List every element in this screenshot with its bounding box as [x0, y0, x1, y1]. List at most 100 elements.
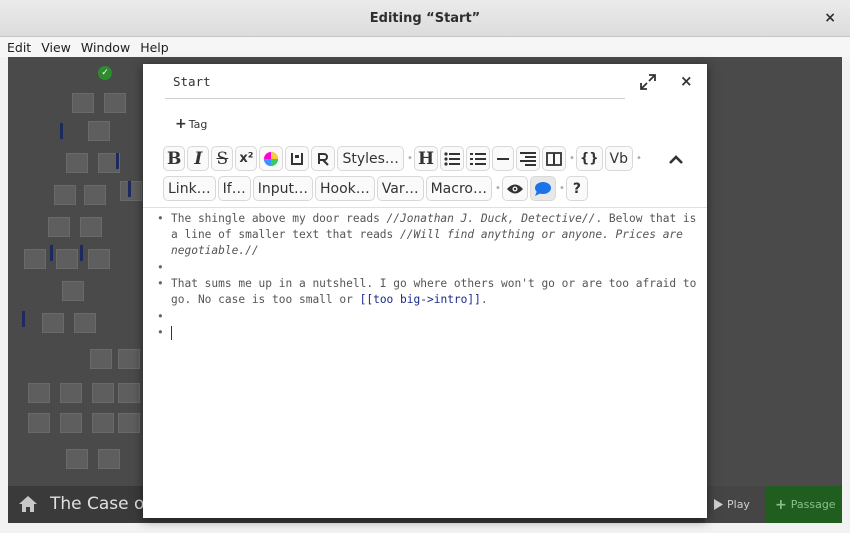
- add-tag-button[interactable]: + Tag: [175, 116, 207, 132]
- menubar: Edit View Window Help: [0, 37, 850, 57]
- columns-button[interactable]: [542, 146, 566, 171]
- app-window: Editing “Start” × Edit View Window Help …: [0, 0, 850, 533]
- plus-icon: +: [775, 496, 787, 513]
- color-wheel-icon: [264, 151, 279, 166]
- special-format-button[interactable]: [311, 146, 336, 171]
- map-passage-highlight: [50, 245, 53, 261]
- colour-button[interactable]: [259, 146, 284, 171]
- numbered-list-button[interactable]: [466, 146, 490, 171]
- hook-button[interactable]: Hook…: [315, 176, 375, 201]
- styles-button[interactable]: Styles…: [337, 146, 404, 171]
- map-passage[interactable]: [104, 93, 126, 113]
- map-passage[interactable]: [118, 413, 140, 433]
- map-passage[interactable]: [28, 383, 50, 403]
- horizontal-rule-button[interactable]: [492, 146, 514, 171]
- story-name[interactable]: The Case of: [50, 494, 150, 514]
- line-bullet: •: [157, 310, 164, 323]
- map-passage[interactable]: [24, 249, 46, 269]
- map-passage[interactable]: [48, 217, 70, 237]
- map-passage[interactable]: [80, 217, 102, 237]
- dialog-close-button[interactable]: ×: [680, 72, 693, 90]
- line-text: The shingle above my door reads //Jonath…: [171, 212, 697, 257]
- titlebar: Editing “Start” ×: [0, 0, 850, 37]
- passage-text-editor[interactable]: • The shingle above my door reads //Jona…: [143, 207, 707, 518]
- help-button[interactable]: ?: [565, 176, 588, 201]
- map-passage[interactable]: [74, 313, 96, 333]
- map-passage[interactable]: [98, 449, 120, 469]
- passage-name-field[interactable]: Start: [165, 74, 625, 99]
- map-passage[interactable]: [118, 383, 140, 403]
- line-bullet: •: [157, 261, 164, 274]
- collapse-toolbar-icon[interactable]: [668, 154, 684, 164]
- play-icon: [714, 499, 723, 510]
- italic-button[interactable]: I: [187, 146, 210, 171]
- menu-window[interactable]: Window: [81, 40, 130, 55]
- whitespace-button[interactable]: [285, 146, 310, 171]
- align-button[interactable]: [516, 146, 540, 171]
- columns-icon: [546, 151, 562, 166]
- variable-button[interactable]: Var…: [376, 176, 424, 201]
- map-passage-highlight: [116, 153, 119, 169]
- comment-button[interactable]: [529, 176, 556, 201]
- map-passage[interactable]: [56, 249, 78, 269]
- eye-icon: [506, 184, 523, 193]
- text-cursor: [171, 325, 701, 341]
- tag-label: Tag: [188, 117, 208, 131]
- map-passage[interactable]: [90, 349, 112, 369]
- home-icon[interactable]: [18, 495, 38, 513]
- plus-icon: +: [175, 116, 187, 132]
- preview-button[interactable]: [501, 176, 528, 201]
- map-passage[interactable]: [62, 281, 84, 301]
- map-passage-highlight: [128, 181, 131, 197]
- bulleted-list-button[interactable]: [440, 146, 464, 171]
- toolbar-row-2: Link… If… Input… Hook… Var… Macro… • • ?: [163, 176, 590, 201]
- input-button[interactable]: Input…: [252, 176, 313, 201]
- map-passage[interactable]: [60, 383, 82, 403]
- map-passage[interactable]: [66, 153, 88, 173]
- map-passage[interactable]: [84, 185, 106, 205]
- line-bullet: •: [157, 277, 164, 290]
- toolbar-separator: •: [636, 153, 642, 164]
- superscript-button[interactable]: x²: [235, 146, 258, 171]
- toolbar-row-1: B I S x² Styles… • H • {} Vb •: [163, 146, 643, 171]
- menu-view[interactable]: View: [41, 40, 71, 55]
- bold-button[interactable]: B: [163, 146, 186, 171]
- map-passage[interactable]: [28, 413, 50, 433]
- if-button[interactable]: If…: [217, 176, 251, 201]
- link-button[interactable]: Link…: [163, 176, 216, 201]
- toolbar-separator: •: [406, 153, 413, 164]
- map-passage[interactable]: [92, 413, 114, 433]
- bullet-list-icon: [444, 151, 460, 166]
- map-passage[interactable]: [72, 93, 94, 113]
- start-passage-check-icon: ✓: [98, 66, 112, 80]
- strikethrough-button[interactable]: S: [211, 146, 234, 171]
- map-passage[interactable]: [66, 449, 88, 469]
- menu-help[interactable]: Help: [140, 40, 169, 55]
- horizontal-rule-icon: [497, 157, 509, 160]
- macro-button[interactable]: Macro…: [425, 176, 492, 201]
- new-passage-button[interactable]: + Passage: [765, 486, 842, 523]
- map-passage[interactable]: [60, 413, 82, 433]
- collapse-whitespace-icon: [291, 152, 304, 165]
- window-title: Editing “Start”: [369, 10, 481, 26]
- code-button[interactable]: {}: [576, 146, 603, 171]
- menu-edit[interactable]: Edit: [7, 40, 31, 55]
- map-passage[interactable]: [42, 313, 64, 333]
- map-passage-highlight: [80, 245, 83, 261]
- verbatim-button[interactable]: Vb: [604, 146, 633, 171]
- format-icon: [318, 152, 330, 166]
- maximize-icon[interactable]: [640, 74, 656, 90]
- window-close-button[interactable]: ×: [824, 10, 836, 26]
- play-button[interactable]: Play: [705, 486, 765, 523]
- map-passage[interactable]: [118, 349, 140, 369]
- map-passage[interactable]: [88, 249, 110, 269]
- toolbar-separator: •: [559, 183, 565, 194]
- map-passage[interactable]: [120, 181, 142, 201]
- map-passage[interactable]: [88, 121, 110, 141]
- map-passage-highlight: [60, 123, 63, 139]
- line-bullet: •: [157, 326, 164, 339]
- passage-link[interactable]: [[too big->intro]]: [360, 293, 481, 306]
- heading-button[interactable]: H: [413, 146, 438, 171]
- map-passage[interactable]: [54, 185, 76, 205]
- map-passage[interactable]: [92, 383, 114, 403]
